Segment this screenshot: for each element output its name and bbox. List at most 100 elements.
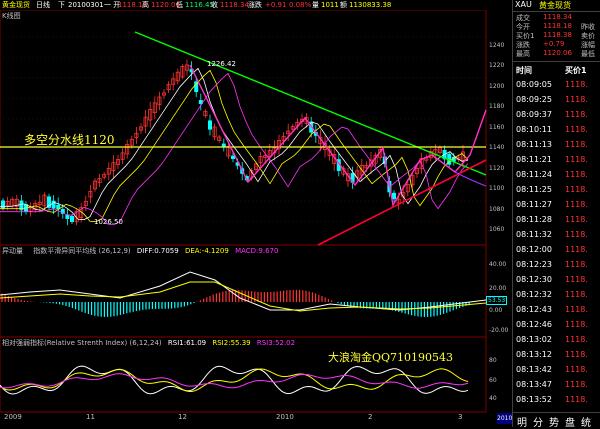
summary-value: +0.79 <box>543 40 565 48</box>
rsi-params: (6,12,24) <box>129 339 162 347</box>
tick-row[interactable]: 08:12:43 1118. <box>513 303 600 318</box>
tick-time: 08:11:27 <box>516 200 552 209</box>
tick-row[interactable]: 08:12:30 1118. <box>513 273 600 288</box>
rsi-axis: 80 60 40 <box>489 337 511 412</box>
instrument-name: 黄金现货 <box>2 1 30 9</box>
tick-price: 1118. <box>565 110 588 119</box>
rsi-title: 相对强弱指标(Relative Strenth Index) <box>2 339 128 347</box>
tick-row[interactable]: 08:12:23 1118. <box>513 258 600 273</box>
tick-row[interactable]: 08:09:25 1118. <box>513 93 600 108</box>
tick-price: 1118. <box>565 305 588 314</box>
date-tick: 2010 <box>276 413 294 421</box>
tick-time: 08:09:25 <box>516 95 552 104</box>
tick-time: 08:11:21 <box>516 155 552 164</box>
candle-body <box>65 214 70 219</box>
tick-price: 1118. <box>565 260 588 269</box>
tick-time: 08:09:37 <box>516 110 552 119</box>
change-label: 涨跌 <box>248 1 262 9</box>
tick-row[interactable]: 08:11:24 1118. <box>513 168 600 183</box>
tick-time: 08:13:52 <box>516 395 552 404</box>
tick-price: 1118. <box>565 155 588 164</box>
tick-time: 08:11:13 <box>516 140 552 149</box>
bottom-tabs: 明 分 势 盘 统 <box>513 412 600 429</box>
rsi3-label: RSI3: <box>256 339 276 347</box>
tick-row[interactable]: 08:13:02 1118. <box>513 333 600 348</box>
downtrend-line <box>134 31 487 176</box>
dea-value: -4.1209 <box>201 247 229 255</box>
tick-price: 1118. <box>565 290 588 299</box>
rsi1-label: RSI1: <box>167 339 187 347</box>
tick-price: 1118. <box>565 80 588 89</box>
tick-row[interactable]: 08:11:25 1118. <box>513 183 600 198</box>
summary-label: 最低 <box>581 50 595 58</box>
low-annotation: 1026.50 <box>94 218 123 226</box>
tick-row[interactable]: 08:11:13 1118. <box>513 138 600 153</box>
high-label: 高 <box>142 1 149 9</box>
rsi1-value: 61.09 <box>186 339 207 347</box>
tick-row[interactable]: 08:12:00 1118. <box>513 243 600 258</box>
tick-price: 1118. <box>565 200 588 209</box>
amount-value: 1130833.38 <box>349 1 392 9</box>
price-tick: 1160 <box>489 124 505 131</box>
bar-date: 20100301 <box>68 1 104 9</box>
quote-summary: 成交 1118.34 今开 1118.18 昨收 买价1 1118.38 卖价 … <box>513 13 600 73</box>
chart-tab-label[interactable]: K线图 <box>2 12 21 21</box>
tick-price: 1118. <box>565 125 588 134</box>
close-value: 1118.34 <box>220 1 249 9</box>
date-tick: 11 <box>86 413 95 421</box>
tick-row[interactable]: 08:13:42 1118. <box>513 363 600 378</box>
quote-header-bar: 黄金现货 日线 下 20100301 一 开 1118.18 高 1120.06… <box>0 0 512 10</box>
tick-row[interactable]: 08:13:52 1118. <box>513 393 600 408</box>
tick-row[interactable]: 08:09:37 1118. <box>513 108 600 123</box>
macd-panel-frame <box>0 244 487 338</box>
tick-header-price: 买价1 <box>565 66 587 75</box>
tick-time: 08:12:00 <box>516 245 552 254</box>
tick-time: 08:10:11 <box>516 125 552 134</box>
tick-price: 1118. <box>565 335 588 344</box>
summary-value: 1118.34 <box>543 13 572 21</box>
date-tick: 12 <box>178 413 187 421</box>
period-label[interactable]: 日线 <box>36 0 50 10</box>
tick-row[interactable]: 08:12:46 1118. <box>513 318 600 333</box>
change-value: +0.91 <box>265 1 287 9</box>
tick-row[interactable]: 08:10:11 1118. <box>513 123 600 138</box>
price-tick: 1060 <box>489 226 505 233</box>
tick-price: 1118. <box>565 215 588 224</box>
tick-price: 1118. <box>565 140 588 149</box>
tick-row[interactable]: 08:13:47 1118. <box>513 378 600 393</box>
macd-tick: 40.00 <box>489 261 507 268</box>
tick-price: 1118. <box>565 230 588 239</box>
diff-value: 0.7059 <box>154 247 179 255</box>
price-tick: 1140 <box>489 144 505 151</box>
macd-value-tag: 53.53 <box>486 296 508 305</box>
tick-row[interactable]: 08:11:32 1118. <box>513 228 600 243</box>
macd-tick: 0.00 <box>489 307 503 314</box>
tick-row[interactable]: 08:11:28 1118. <box>513 213 600 228</box>
candle-body <box>230 155 235 159</box>
change-pct-value: 0.08% <box>289 1 312 9</box>
year-tag: 2010 <box>497 413 513 424</box>
tick-row[interactable]: 08:11:21 1118. <box>513 153 600 168</box>
tick-row[interactable]: 08:11:27 1118. <box>513 198 600 213</box>
tick-time: 08:12:46 <box>516 320 552 329</box>
instrument-code: XAU <box>515 0 532 9</box>
tick-price: 1118. <box>565 365 588 374</box>
tick-row[interactable]: 08:12:32 1118. <box>513 288 600 303</box>
price-axis: 1240 1220 1200 1180 1160 1140 1120 1100 … <box>489 10 511 245</box>
candle-body <box>70 216 75 222</box>
rsi-header: 相对强弱指标(Relative Strenth Index) (6,12,24)… <box>2 339 295 348</box>
tick-row[interactable]: 08:09:05 1118. <box>513 78 600 93</box>
rsi2-value: 55.39 <box>230 339 251 347</box>
tick-row[interactable]: 08:13:12 1118. <box>513 348 600 363</box>
macd-title: 异动量 <box>2 247 23 255</box>
macd-header: 异动量 指数平滑异同平均线 (26,12,9) DIFF:0.7059 DEA:… <box>2 247 278 256</box>
tick-price: 1118. <box>565 185 588 194</box>
projection-line <box>454 171 487 187</box>
tick-list[interactable]: 08:09:05 1118. 08:09:25 1118. 08:09:37 1118. 0… <box>513 78 600 408</box>
date-tick: 2 <box>368 413 373 421</box>
tick-time: 08:11:32 <box>516 230 552 239</box>
tick-time: 08:12:43 <box>516 305 552 314</box>
instrument-title: 黄金现货 <box>539 1 571 10</box>
macd-tick: -20.00 <box>489 327 509 334</box>
tick-price: 1118. <box>565 395 588 404</box>
